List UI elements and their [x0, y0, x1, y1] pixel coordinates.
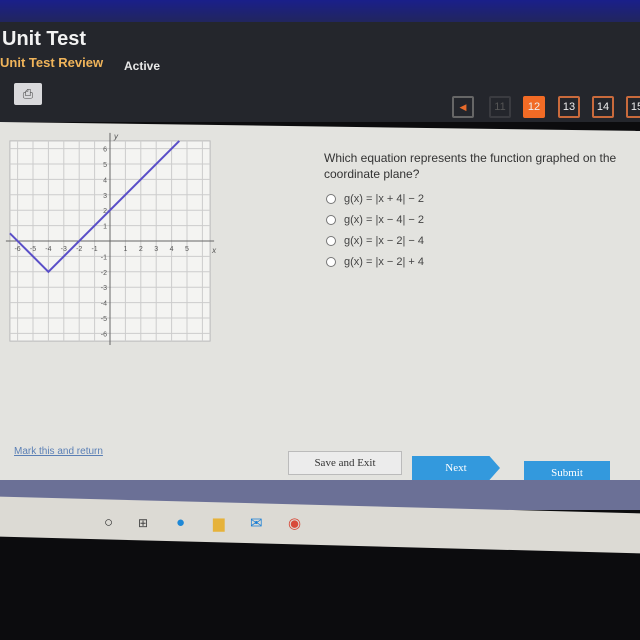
radio-button[interactable]: [326, 215, 336, 225]
y-axis-label: y: [113, 132, 119, 141]
y-tick-label: 6: [103, 147, 107, 154]
status-label: Active: [124, 59, 161, 73]
save-exit-button[interactable]: Save and Exit: [288, 451, 402, 475]
page-13[interactable]: 13: [558, 96, 580, 118]
mail-icon[interactable]: ✉: [250, 514, 263, 532]
y-tick-label: 5: [103, 162, 107, 169]
y-tick-label: 3: [103, 193, 107, 200]
y-tick-label: 4: [103, 177, 107, 184]
x-tick-label: -6: [14, 246, 20, 253]
file-explorer-icon[interactable]: ▆: [213, 514, 225, 532]
page-11[interactable]: 11: [489, 96, 511, 118]
task-view-icon[interactable]: ⊞: [138, 516, 148, 530]
y-tick-label: 1: [103, 224, 107, 231]
x-tick-label: -3: [61, 246, 67, 253]
page-12-current[interactable]: 12: [523, 96, 545, 118]
x-tick-label: 1: [123, 246, 127, 253]
next-button[interactable]: Next: [412, 456, 500, 480]
edge-icon[interactable]: ●: [176, 514, 185, 531]
x-tick-label: 3: [154, 246, 158, 253]
prev-page-button[interactable]: ◀: [452, 96, 474, 118]
option-1[interactable]: g(x) = |x + 4| − 2: [326, 193, 424, 205]
y-tick-label: -6: [101, 331, 107, 338]
x-tick-label: -5: [30, 246, 36, 253]
y-tick-label: -3: [101, 285, 107, 292]
radio-button[interactable]: [326, 236, 336, 246]
page-14[interactable]: 14: [592, 96, 614, 118]
x-tick-label: 5: [185, 246, 189, 253]
coordinate-graph: -6 -5 -4 -3 -2 -1 1 2 3 4 5654321-1-2-3-4-5-6xy: [5, 132, 217, 345]
y-tick-label: -2: [101, 270, 107, 277]
top-band: [0, 0, 640, 24]
page-title: Unit Test: [2, 28, 87, 50]
x-tick-label: -1: [91, 246, 97, 253]
option-4[interactable]: g(x) = |x − 2| + 4: [326, 256, 424, 268]
option-3[interactable]: g(x) = |x − 2| − 4: [326, 235, 424, 247]
page-15[interactable]: 15: [626, 96, 640, 118]
printer-icon[interactable]: ⎙: [14, 83, 42, 105]
x-tick-label: -4: [45, 246, 51, 253]
radio-button[interactable]: [326, 194, 336, 204]
x-tick-label: 4: [170, 246, 174, 253]
mark-and-return-link[interactable]: Mark this and return: [14, 446, 103, 457]
x-tick-label: -2: [76, 246, 82, 253]
x-tick-label: 2: [139, 246, 143, 253]
option-label: g(x) = |x + 4| − 2: [344, 193, 425, 205]
y-tick-label: -5: [101, 316, 107, 323]
y-tick-label: -4: [101, 301, 107, 308]
search-circle-icon[interactable]: ○: [104, 514, 113, 531]
radio-button[interactable]: [326, 257, 336, 267]
question-text: Which equation represents the function g…: [324, 151, 617, 181]
chrome-icon[interactable]: ◉: [288, 514, 301, 532]
option-label: g(x) = |x − 4| − 2: [344, 214, 425, 226]
y-tick-label: -1: [101, 254, 107, 261]
option-label: g(x) = |x − 2| + 4: [344, 256, 425, 268]
x-axis-label: x: [211, 246, 217, 255]
option-2[interactable]: g(x) = |x − 4| − 2: [326, 214, 424, 226]
subtitle: Unit Test Review: [0, 55, 104, 70]
triangle-left-icon: ◀: [459, 101, 467, 112]
option-label: g(x) = |x − 2| − 4: [344, 235, 425, 247]
